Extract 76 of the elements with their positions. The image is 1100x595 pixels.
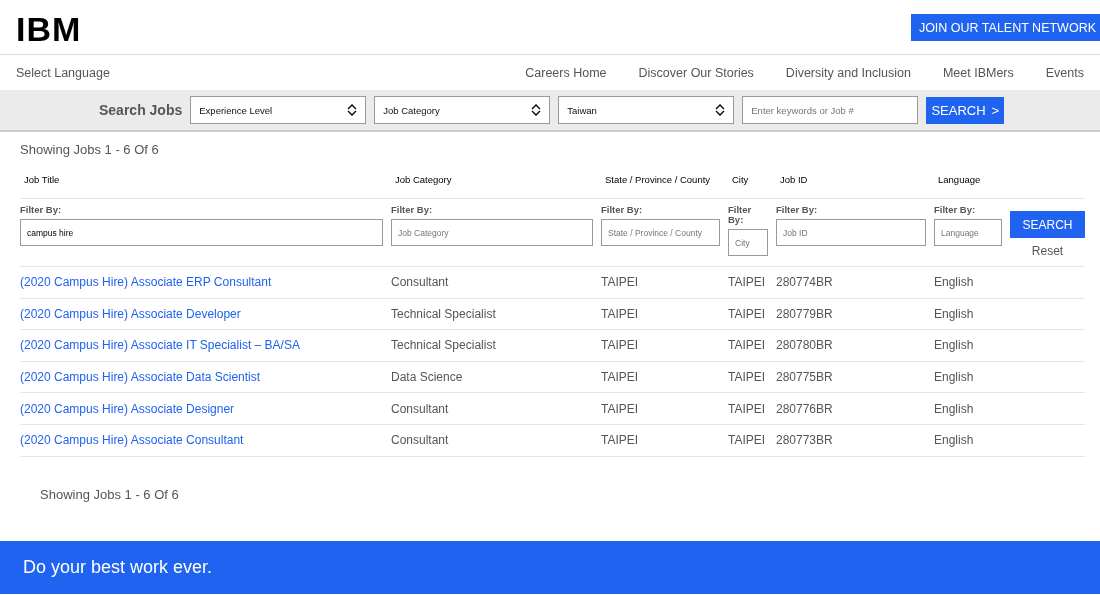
nav-link[interactable]: Discover Our Stories bbox=[638, 65, 754, 80]
filter-label: Filter By: bbox=[20, 205, 63, 215]
table-cell-text: TAIPEI bbox=[728, 370, 767, 385]
table-cell-text: Consultant bbox=[391, 275, 450, 290]
tagline: Do your best work ever. bbox=[23, 557, 213, 578]
keyword-field[interactable]: Enter keywords or Job # bbox=[742, 96, 919, 124]
search-button[interactable]: SEARCH > bbox=[926, 96, 1005, 124]
table-cell-text: TAIPEI bbox=[601, 306, 640, 321]
table-cell-text: TAIPEI bbox=[728, 433, 767, 448]
filter-field[interactable]: Language bbox=[934, 219, 1002, 246]
column-header: Job Title bbox=[23, 175, 61, 185]
table-cell-text: TAIPEI bbox=[601, 275, 640, 290]
table-cell-text: TAIPEI bbox=[728, 306, 767, 321]
sort-arrows-icon bbox=[531, 104, 542, 116]
filter-field[interactable]: campus hire bbox=[20, 219, 383, 246]
nav-link[interactable]: Diversity and Inclusion bbox=[785, 65, 911, 80]
results-count: Showing Jobs 1 - 6 Of 6 bbox=[40, 486, 180, 502]
filter-search-button[interactable]: SEARCH bbox=[1010, 211, 1085, 238]
job-title-link[interactable]: (2020 Campus Hire) Associate Consultant bbox=[20, 433, 244, 448]
table-cell-text: English bbox=[934, 306, 975, 321]
job-title-link[interactable]: (2020 Campus Hire) Associate IT Specialist – BA/SA bbox=[20, 338, 300, 353]
table-cell-text: 280779BR bbox=[776, 306, 834, 321]
filter-label: Filter By: bbox=[728, 205, 753, 225]
dropdown-select[interactable]: Taiwan bbox=[558, 96, 735, 124]
job-title-link[interactable]: (2020 Campus Hire) Associate Data Scientist bbox=[20, 370, 261, 385]
column-header: City bbox=[731, 175, 750, 185]
filter-field[interactable]: Job ID bbox=[776, 219, 926, 246]
nav-link[interactable]: Events bbox=[1045, 65, 1084, 80]
table-cell-text: Consultant bbox=[391, 433, 450, 448]
table-cell-text: Technical Specialist bbox=[391, 306, 497, 321]
job-title-link[interactable]: (2020 Campus Hire) Associate Developer bbox=[20, 306, 241, 321]
column-header: Language bbox=[937, 175, 982, 185]
sort-arrows-icon bbox=[715, 104, 726, 116]
table-cell-text: TAIPEI bbox=[728, 401, 767, 416]
column-header: State / Province / County bbox=[604, 175, 712, 185]
select-language-link[interactable]: Select Language bbox=[16, 65, 110, 80]
column-header: Job Category bbox=[394, 175, 453, 185]
table-cell-text: 280776BR bbox=[776, 401, 834, 416]
job-title-link[interactable]: (2020 Campus Hire) Associate Designer bbox=[20, 401, 235, 416]
filter-label: Filter By: bbox=[934, 205, 977, 215]
table-cell-text: TAIPEI bbox=[728, 275, 767, 290]
table-cell-text: TAIPEI bbox=[728, 338, 767, 353]
reset-link[interactable]: Reset bbox=[1031, 244, 1064, 258]
filter-field[interactable]: Job Category bbox=[391, 219, 593, 246]
table-cell-text: Data Science bbox=[391, 370, 464, 385]
table-cell-text: 280774BR bbox=[776, 275, 834, 290]
nav-link[interactable]: Careers Home bbox=[525, 65, 607, 80]
filter-label: Filter By: bbox=[776, 205, 819, 215]
table-cell-text: 280773BR bbox=[776, 433, 834, 448]
table-cell-text: 280775BR bbox=[776, 370, 834, 385]
job-title-link[interactable]: (2020 Campus Hire) Associate ERP Consultant bbox=[20, 275, 272, 290]
table-cell-text: English bbox=[934, 370, 975, 385]
table-cell-text: Consultant bbox=[391, 401, 450, 416]
table-cell-text: TAIPEI bbox=[601, 433, 640, 448]
table-cell-text: English bbox=[934, 338, 975, 353]
table-cell-text: TAIPEI bbox=[601, 338, 640, 353]
table-cell-text: Technical Specialist bbox=[391, 338, 497, 353]
results-count: Showing Jobs 1 - 6 Of 6 bbox=[20, 142, 160, 157]
sort-arrows-icon bbox=[347, 104, 358, 116]
ibm-logo[interactable]: IBM bbox=[16, 14, 82, 44]
table-cell-text: TAIPEI bbox=[601, 370, 640, 385]
dropdown-select[interactable]: Experience Level bbox=[190, 96, 367, 124]
search-jobs-label: Search Jobs bbox=[99, 102, 183, 118]
filter-label: Filter By: bbox=[391, 205, 434, 215]
filter-label: Filter By: bbox=[601, 205, 644, 215]
table-cell-text: 280780BR bbox=[776, 338, 834, 353]
nav-link[interactable]: Meet IBMers bbox=[942, 65, 1014, 80]
table-cell-text: English bbox=[934, 433, 975, 448]
table-cell-text: English bbox=[934, 401, 975, 416]
filter-field[interactable]: City bbox=[728, 229, 768, 256]
dropdown-select[interactable]: Job Category bbox=[374, 96, 551, 124]
table-cell-text: TAIPEI bbox=[601, 401, 640, 416]
table-cell-text: English bbox=[934, 275, 975, 290]
join-talent-network-button[interactable]: JOIN OUR TALENT NETWORK bbox=[910, 14, 1100, 41]
column-header: Job ID bbox=[779, 175, 809, 185]
filter-field[interactable]: State / Province / County bbox=[601, 219, 720, 246]
